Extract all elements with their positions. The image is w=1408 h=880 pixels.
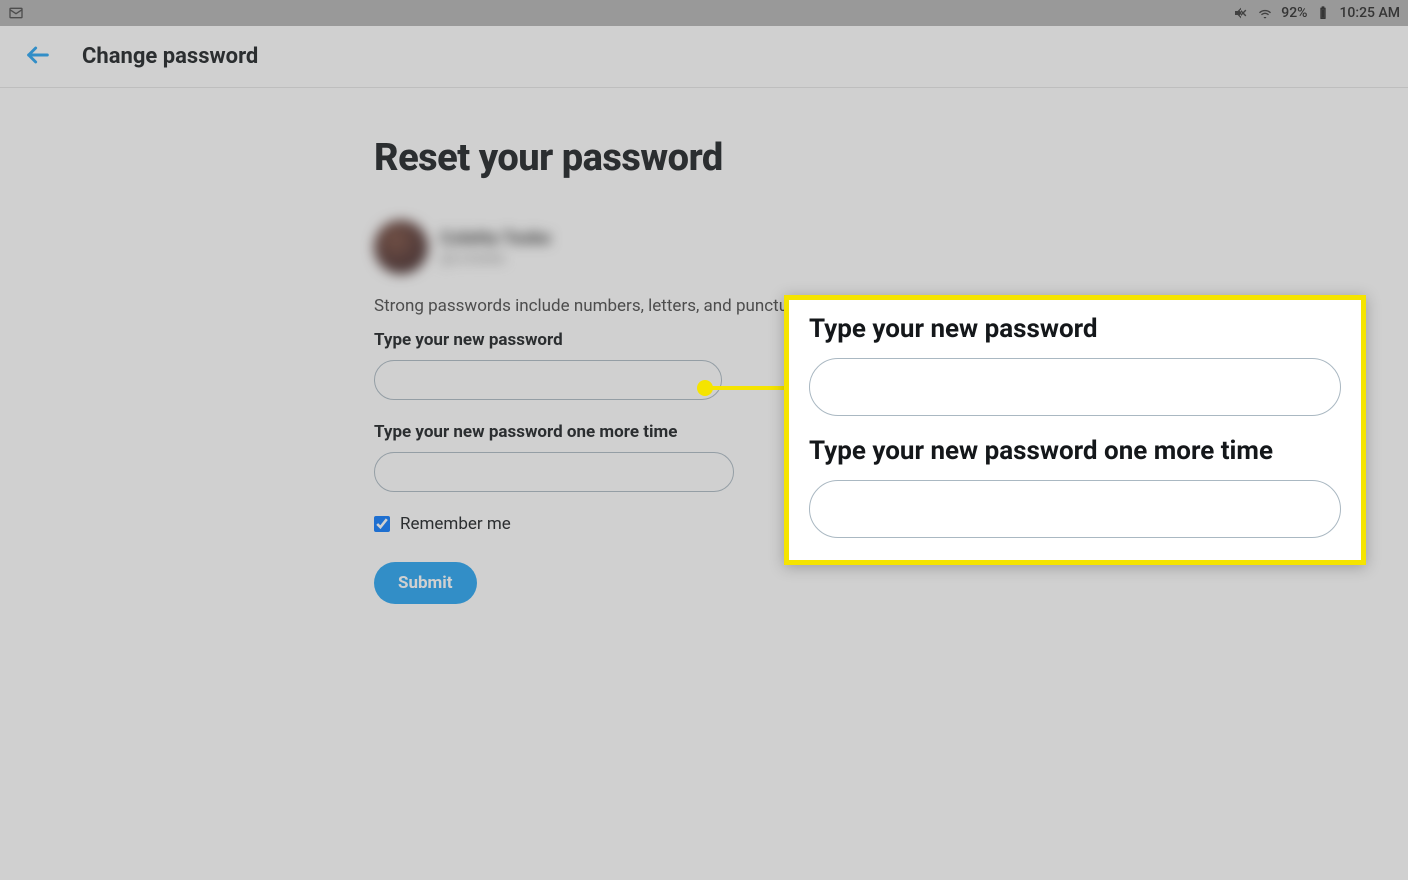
callout-new-password-label: Type your new password	[809, 314, 1341, 344]
page-title: Reset your password	[374, 136, 1408, 180]
app-bar-title: Change password	[82, 44, 258, 69]
clock-text: 10:25 AM	[1339, 5, 1400, 21]
status-bar: 92% 10:25 AM	[0, 0, 1408, 26]
status-bar-right: 92% 10:25 AM	[1233, 5, 1400, 21]
gmail-icon	[8, 5, 24, 21]
battery-percent: 92%	[1281, 5, 1307, 21]
confirm-password-input[interactable]	[374, 452, 734, 492]
callout-panel: Type your new password Type your new pas…	[784, 295, 1366, 565]
callout-new-password-input[interactable]	[809, 358, 1341, 416]
user-info: Coletta Teske @ccteske	[374, 220, 1408, 274]
app-bar: Change password	[0, 26, 1408, 88]
avatar	[374, 220, 428, 274]
user-handle: @ccteske	[440, 249, 551, 267]
mute-icon	[1233, 5, 1249, 21]
callout-connector-dot	[697, 380, 713, 396]
status-bar-left	[8, 5, 24, 21]
battery-icon	[1315, 5, 1331, 21]
new-password-input[interactable]	[374, 360, 722, 400]
remember-me-label[interactable]: Remember me	[400, 514, 511, 534]
callout-confirm-password-input[interactable]	[809, 480, 1341, 538]
callout-connector-line	[704, 386, 784, 390]
remember-me-checkbox[interactable]	[374, 516, 390, 532]
wifi-icon	[1257, 5, 1273, 21]
submit-button[interactable]: Submit	[374, 562, 477, 604]
callout-confirm-password-label: Type your new password one more time	[809, 436, 1341, 466]
back-arrow-icon[interactable]	[24, 41, 52, 73]
user-name: Coletta Teske	[440, 228, 551, 249]
